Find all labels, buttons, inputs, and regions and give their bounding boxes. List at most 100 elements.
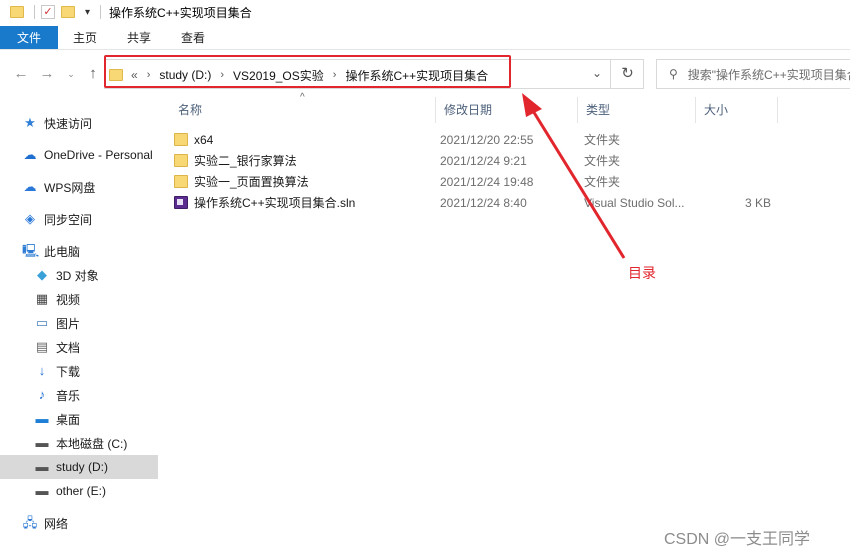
navigation-bar: ← → ⌄ ↑ « › study (D:) › VS2019_OS实验 › 操… <box>0 51 850 97</box>
file-name: 实验二_银行家算法 <box>194 154 297 168</box>
column-header-name[interactable]: 名称 <box>170 97 436 123</box>
tab-view[interactable]: 查看 <box>166 26 220 49</box>
sidebar-item-label: 下载 <box>56 364 81 379</box>
folder-icon <box>174 154 188 167</box>
sidebar-item-pictures[interactable]: ▭ 图片 <box>0 311 158 335</box>
customize-toolbar-dropdown-icon[interactable]: ▾ <box>85 7 90 18</box>
sidebar-item-videos[interactable]: ▦ 视频 <box>0 287 158 311</box>
breadcrumb-separator-icon[interactable]: › <box>147 69 151 81</box>
sidebar-item-desktop[interactable]: ▬ 桌面 <box>0 407 158 431</box>
cube-icon: ◆ <box>37 267 47 282</box>
sidebar-item-label: 网络 <box>44 516 69 531</box>
breadcrumb-vs2019[interactable]: VS2019_OS实验 <box>233 67 324 84</box>
title-bar: ✓ ▾ 操作系统C++实现项目集合 <box>0 0 850 24</box>
sidebar-item-label: 此电脑 <box>44 244 81 259</box>
address-bar[interactable]: « › study (D:) › VS2019_OS实验 › 操作系统C++实现… <box>104 59 644 89</box>
sidebar-item-downloads[interactable]: ↓ 下载 <box>0 359 158 383</box>
search-box[interactable]: ⚲ 搜索"操作系统C++实现项目集合" <box>656 59 850 89</box>
file-type: Visual Studio Sol... <box>584 195 685 210</box>
toolbar-divider <box>100 5 102 19</box>
video-icon: ▦ <box>35 291 49 306</box>
sidebar-item-sync-space[interactable]: ◈ 同步空间 <box>0 207 158 231</box>
ribbon-tabs: 文件 主页 共享 查看 <box>0 26 850 50</box>
recent-locations-chevron-icon[interactable]: ⌄ <box>62 65 80 83</box>
star-icon: ★ <box>24 115 36 130</box>
sidebar-item-label: other (E:) <box>56 484 107 498</box>
sidebar-item-label: OneDrive - Personal <box>44 148 153 162</box>
drive-icon: ▬ <box>35 459 49 474</box>
tab-share[interactable]: 共享 <box>112 26 166 49</box>
watermark: CSDN @一支王同学 <box>664 531 811 548</box>
breadcrumb-overflow[interactable]: « <box>131 68 138 82</box>
column-headers: ^ 名称 修改日期 类型 大小 <box>160 92 850 123</box>
computer-icon: 🖳 <box>22 243 40 258</box>
column-header-date[interactable]: 修改日期 <box>436 97 578 123</box>
download-icon: ↓ <box>38 363 46 378</box>
column-header-type[interactable]: 类型 <box>578 97 696 123</box>
tab-home[interactable]: 主页 <box>58 26 112 49</box>
back-arrow-icon[interactable]: ← <box>12 65 30 83</box>
sidebar-item-wps-cloud[interactable]: ☁ WPS网盘 <box>0 175 158 199</box>
breadcrumb-separator-icon[interactable]: › <box>333 69 337 81</box>
sidebar-item-drive-d[interactable]: ▬ study (D:) <box>0 455 158 479</box>
cloud-icon: ☁ <box>23 147 37 162</box>
drive-icon: ▬ <box>35 435 49 450</box>
sidebar-item-music[interactable]: ♪ 音乐 <box>0 383 158 407</box>
file-row[interactable]: 实验二_银行家算法 2021/12/24 9:21 文件夹 <box>174 150 834 171</box>
file-name: 操作系统C++实现项目集合.sln <box>194 196 356 210</box>
quick-access-toolbar: ✓ ▾ <box>10 5 102 19</box>
sidebar-item-documents[interactable]: ▤ 文档 <box>0 335 158 359</box>
sidebar-item-this-pc[interactable]: 🖳 此电脑 <box>0 239 158 263</box>
search-placeholder: 搜索"操作系统C++实现项目集合" <box>687 67 850 82</box>
sidebar-item-label: 快速访问 <box>44 116 93 131</box>
properties-icon[interactable]: ✓ <box>41 5 55 19</box>
sidebar-item-network[interactable]: 🖧 网络 <box>0 511 158 535</box>
forward-arrow-icon[interactable]: → <box>38 65 56 83</box>
sidebar-item-label: WPS网盘 <box>44 180 96 195</box>
annotation-label: 目录 <box>628 265 656 281</box>
file-date: 2021/12/24 19:48 <box>440 174 534 189</box>
sidebar-item-label: 文档 <box>56 340 81 355</box>
sync-icon: ◈ <box>25 211 35 226</box>
file-name: x64 <box>194 132 214 147</box>
file-date: 2021/12/20 22:55 <box>440 132 534 147</box>
breadcrumb-separator-icon[interactable]: › <box>220 69 224 81</box>
sidebar-item-quick-access[interactable]: ★ 快速访问 <box>0 111 158 135</box>
refresh-icon[interactable]: ↻ <box>610 60 644 88</box>
folder-icon <box>109 69 123 81</box>
music-icon: ♪ <box>38 387 46 402</box>
drive-icon: ▬ <box>35 483 49 498</box>
file-size: 3 KB <box>744 195 771 210</box>
visual-studio-solution-icon <box>174 196 188 209</box>
file-type: 文件夹 <box>584 133 621 147</box>
folder-icon <box>174 175 188 188</box>
up-arrow-icon[interactable]: ↑ <box>84 65 102 83</box>
toolbar-divider <box>34 5 35 19</box>
sidebar-item-label: 音乐 <box>56 388 81 403</box>
tab-file[interactable]: 文件 <box>0 26 58 49</box>
new-folder-icon[interactable] <box>61 6 75 18</box>
breadcrumb-current-folder[interactable]: 操作系统C++实现项目集合 <box>345 67 488 84</box>
sidebar-item-label: study (D:) <box>56 460 109 474</box>
navigation-pane: ★ 快速访问 ☁ OneDrive - Personal ☁ WPS网盘 ◈ 同… <box>0 97 160 554</box>
folder-icon <box>10 6 24 18</box>
address-dropdown-icon[interactable]: ⌄ <box>587 66 607 84</box>
column-header-size[interactable]: 大小 <box>696 97 778 123</box>
wps-cloud-icon: ☁ <box>23 179 37 194</box>
sidebar-item-label: 视频 <box>56 292 81 307</box>
sidebar-item-onedrive[interactable]: ☁ OneDrive - Personal <box>0 143 158 167</box>
sidebar-item-drive-e[interactable]: ▬ other (E:) <box>0 479 158 503</box>
file-row[interactable]: x64 2021/12/20 22:55 文件夹 <box>174 129 834 150</box>
file-row[interactable]: 实验一_页面置换算法 2021/12/24 19:48 文件夹 <box>174 171 834 192</box>
file-date: 2021/12/24 8:40 <box>440 195 527 210</box>
sidebar-item-label: 桌面 <box>56 412 81 427</box>
breadcrumb-study-drive[interactable]: study (D:) <box>159 68 211 82</box>
sidebar-item-label: 图片 <box>56 316 81 331</box>
document-icon: ▤ <box>35 339 49 354</box>
sidebar-item-label: 本地磁盘 (C:) <box>56 436 128 451</box>
sidebar-item-3d-objects[interactable]: ◆ 3D 对象 <box>0 263 158 287</box>
sidebar-item-drive-c[interactable]: ▬ 本地磁盘 (C:) <box>0 431 158 455</box>
file-name: 实验一_页面置换算法 <box>194 175 309 189</box>
file-row[interactable]: 操作系统C++实现项目集合.sln 2021/12/24 8:40 Visual… <box>174 192 834 213</box>
file-type: 文件夹 <box>584 154 621 168</box>
